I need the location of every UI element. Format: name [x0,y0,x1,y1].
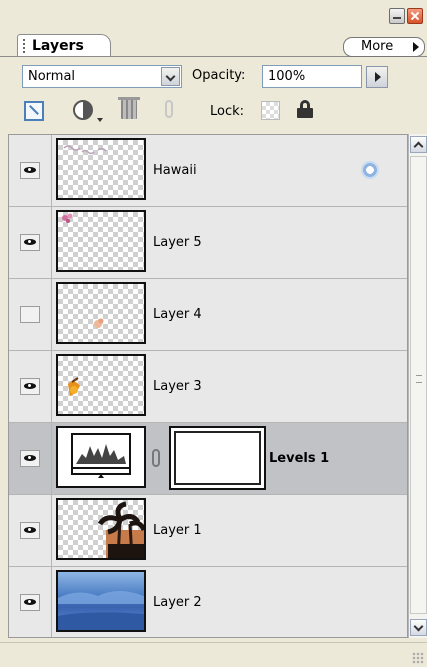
resize-grip-icon[interactable] [412,652,424,664]
visibility-cell[interactable] [9,567,52,637]
eye-icon[interactable] [20,450,40,467]
layer-thumbnail [56,570,146,632]
close-icon[interactable] [407,8,423,24]
layer-name: Hawaii [153,163,197,178]
layer-row-layer-2[interactable]: Layer 2 [9,567,407,637]
eye-icon[interactable] [20,378,40,395]
eye-icon[interactable] [20,594,40,611]
chevron-down-icon[interactable] [161,67,180,86]
layer-name: Levels 1 [269,451,330,466]
tab-layers[interactable]: Layers [17,34,111,57]
tab-layers-label: Layers [32,38,84,54]
layer-row-hawaii[interactable]: Hawaii [9,135,407,207]
opacity-value: 100% [268,69,306,84]
arrow-right-icon [413,42,419,52]
more-menu-label: More [361,39,394,54]
eye-icon[interactable] [20,162,40,179]
layer-thumbnail [56,138,146,200]
grip-icon[interactable] [23,39,29,53]
lock-transparency-icon[interactable] [261,101,280,120]
minimize-icon[interactable] [389,8,405,24]
trash-icon[interactable] [118,97,140,119]
layer-row-levels-1[interactable]: Levels 1 [9,423,407,495]
scrollbar-thumb[interactable] [410,156,427,614]
layer-row-layer-1[interactable]: Layer 1 [9,495,407,567]
visibility-cell[interactable] [9,351,52,422]
layer-row-layer-4[interactable]: Layer 4 [9,279,407,351]
opacity-input[interactable]: 100% [262,65,362,88]
layer-row-layer-3[interactable]: Layer 3 [9,351,407,423]
visibility-cell[interactable] [9,207,52,278]
panel-footer [0,642,427,667]
visibility-cell[interactable] [9,495,52,566]
adjustment-layer-icon[interactable] [73,100,93,120]
layer-thumbnail [56,498,146,560]
lock-icon[interactable] [297,100,313,118]
new-layer-icon[interactable] [24,101,44,121]
layer-name: Layer 4 [153,307,202,322]
opacity-slider-button[interactable] [366,66,388,88]
visibility-cell[interactable] [9,135,52,206]
adjustment-thumbnail [56,426,146,488]
lock-label: Lock: [210,104,245,119]
visibility-cell[interactable] [9,423,52,494]
scroll-up-icon[interactable] [410,136,427,153]
panel-titlebar [0,0,427,30]
blend-mode-select[interactable]: Normal [22,65,182,88]
layer-name: Layer 2 [153,595,202,610]
link-icon[interactable] [165,100,173,118]
visibility-cell[interactable] [9,279,52,350]
layer-name: Layer 1 [153,523,202,538]
layer-effects-icon[interactable] [361,161,379,179]
layer-thumbnail [56,282,146,344]
layer-name: Layer 5 [153,235,202,250]
mask-link-icon[interactable] [152,449,160,467]
blend-mode-value: Normal [28,69,76,84]
layer-mask-thumbnail[interactable] [169,426,266,490]
layer-thumbnail [56,210,146,272]
scroll-down-icon[interactable] [410,619,427,636]
eye-icon[interactable] [20,522,40,539]
opacity-label: Opacity: [192,68,246,83]
layer-row-layer-5[interactable]: Layer 5 [9,207,407,279]
dropdown-triangle-icon [97,118,103,122]
layer-thumbnail [56,354,146,416]
eye-icon[interactable] [20,234,40,251]
visibility-off-icon[interactable] [20,306,40,323]
more-menu-button[interactable]: More [343,37,425,57]
layer-name: Layer 3 [153,379,202,394]
layers-list[interactable]: Hawaii Layer 5 Layer 4 Layer 3 Levels 1 … [8,134,408,638]
layers-scrollbar[interactable] [408,134,427,638]
